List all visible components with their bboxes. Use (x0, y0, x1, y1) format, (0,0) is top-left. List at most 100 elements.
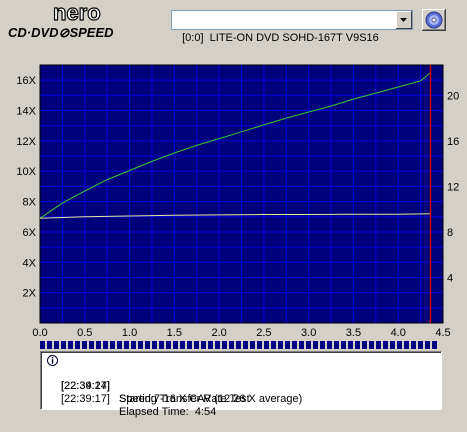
log-panel: [22:34:24] Starting Transfer Rate Test [… (40, 351, 442, 418)
progress-segment (243, 341, 248, 349)
progress-segment (285, 341, 290, 349)
progress-segment (103, 341, 108, 349)
log-row: [22:34:24] Starting Transfer Rate Test (41, 354, 250, 405)
progress-segment (411, 341, 416, 349)
progress-segment (278, 341, 283, 349)
progress-segment (194, 341, 199, 349)
x-tick-label: 2.0 (211, 327, 226, 339)
progress-segment (306, 341, 311, 349)
progress-segment (229, 341, 234, 349)
transfer-rate-chart: 2X 4X 6X 8X 10X 12X 14X 16X 4 8 12 16 20 0.0 0.5 1.0 1.5… (16, 64, 459, 339)
nero-logo: nero CD·DVD⊘SPEED (8, 2, 114, 40)
progress-segment (264, 341, 269, 349)
progress-segment (222, 341, 227, 349)
dropdown-arrow-button[interactable] (395, 11, 412, 29)
progress-segment (68, 341, 73, 349)
y-left-tick-label: 8X (23, 197, 37, 209)
progress-segment (96, 341, 101, 349)
progress-segment (208, 341, 213, 349)
y-right-tick-label: 16 (447, 136, 459, 148)
y-left-tick-label: 12X (16, 136, 36, 148)
log-time: [22:39:17] (61, 393, 110, 405)
log-time: [22:39:17] (61, 380, 110, 392)
x-tick-label: 1.0 (122, 327, 137, 339)
progress-segment (362, 341, 367, 349)
progress-segment (376, 341, 381, 349)
progress-segment (159, 341, 164, 349)
disc-info-button[interactable] (422, 9, 446, 31)
log-message: Speed:7-16 X CAV (12.26 X average) (119, 393, 303, 405)
progress-segment (257, 341, 262, 349)
info-icon (47, 355, 58, 366)
progress-segment (61, 341, 66, 349)
y-right-tick-label: 4 (447, 272, 453, 284)
x-tick-label: 0.5 (77, 327, 92, 339)
progress-segment (327, 341, 332, 349)
x-tick-label: 2.5 (256, 327, 271, 339)
x-tick-label: 4.5 (435, 327, 450, 339)
progress-segment (75, 341, 80, 349)
progress-segment (425, 341, 430, 349)
drive-select-value: [0:0] LITE-ON DVD SOHD-167T V9S16 (182, 32, 379, 44)
disc-icon (425, 11, 443, 29)
progress-segment (320, 341, 325, 349)
progress-segment (201, 341, 206, 349)
progress-segment (180, 341, 185, 349)
progress-segment (341, 341, 346, 349)
progress-segment (54, 341, 59, 349)
progress-segment (124, 341, 129, 349)
x-tick-label: 3.5 (346, 327, 361, 339)
progress-segment (89, 341, 94, 349)
progress-segment (82, 341, 87, 349)
progress-segment (173, 341, 178, 349)
logo-top-text: nero (53, 2, 101, 25)
x-tick-label: 4.0 (391, 327, 406, 339)
progress-bar (40, 341, 437, 349)
progress-segment (166, 341, 171, 349)
progress-segment (299, 341, 304, 349)
progress-segment (334, 341, 339, 349)
progress-segment (390, 341, 395, 349)
progress-segment (131, 341, 136, 349)
x-tick-label: 1.5 (167, 327, 182, 339)
progress-segment (383, 341, 388, 349)
x-tick-label: 0.0 (32, 327, 47, 339)
progress-segment (138, 341, 143, 349)
y-right-tick-label: 20 (447, 90, 459, 102)
log-message: Elapsed Time: 4:54 (119, 406, 217, 418)
log-row: [22:39:17] Elapsed Time: 4:54 (41, 380, 216, 418)
y-left-tick-label: 4X (23, 257, 37, 269)
progress-segment (145, 341, 150, 349)
y-left-tick-label: 16X (16, 75, 36, 87)
progress-segment (404, 341, 409, 349)
progress-segment (117, 341, 122, 349)
y-left-tick-label: 14X (16, 106, 36, 118)
y-left-tick-label: 2X (23, 288, 37, 300)
y-left-tick-label: 6X (23, 227, 37, 239)
drive-select[interactable]: [0:0] LITE-ON DVD SOHD-167T V9S16 (171, 10, 413, 44)
progress-segment (397, 341, 402, 349)
progress-segment (348, 341, 353, 349)
x-tick-label: 3.0 (301, 327, 316, 339)
y-right-tick-label: 12 (447, 181, 459, 193)
logo-bottom-text: CD·DVD⊘SPEED (8, 25, 114, 40)
progress-segment (271, 341, 276, 349)
progress-segment (418, 341, 423, 349)
progress-segment (215, 341, 220, 349)
progress-segment (187, 341, 192, 349)
progress-segment (47, 341, 52, 349)
progress-segment (313, 341, 318, 349)
progress-segment (40, 341, 45, 349)
progress-segment (355, 341, 360, 349)
progress-segment (152, 341, 157, 349)
progress-segment (369, 341, 374, 349)
chevron-down-icon (400, 18, 407, 22)
y-left-tick-label: 10X (16, 166, 36, 178)
progress-segment (250, 341, 255, 349)
progress-segment (110, 341, 115, 349)
y-right-tick-label: 8 (447, 227, 453, 239)
progress-segment (292, 341, 297, 349)
log-row: [22:39:17] Speed:7-16 X CAV (12.26 X ave… (41, 367, 302, 405)
progress-segment (432, 341, 437, 349)
progress-segment (236, 341, 241, 349)
